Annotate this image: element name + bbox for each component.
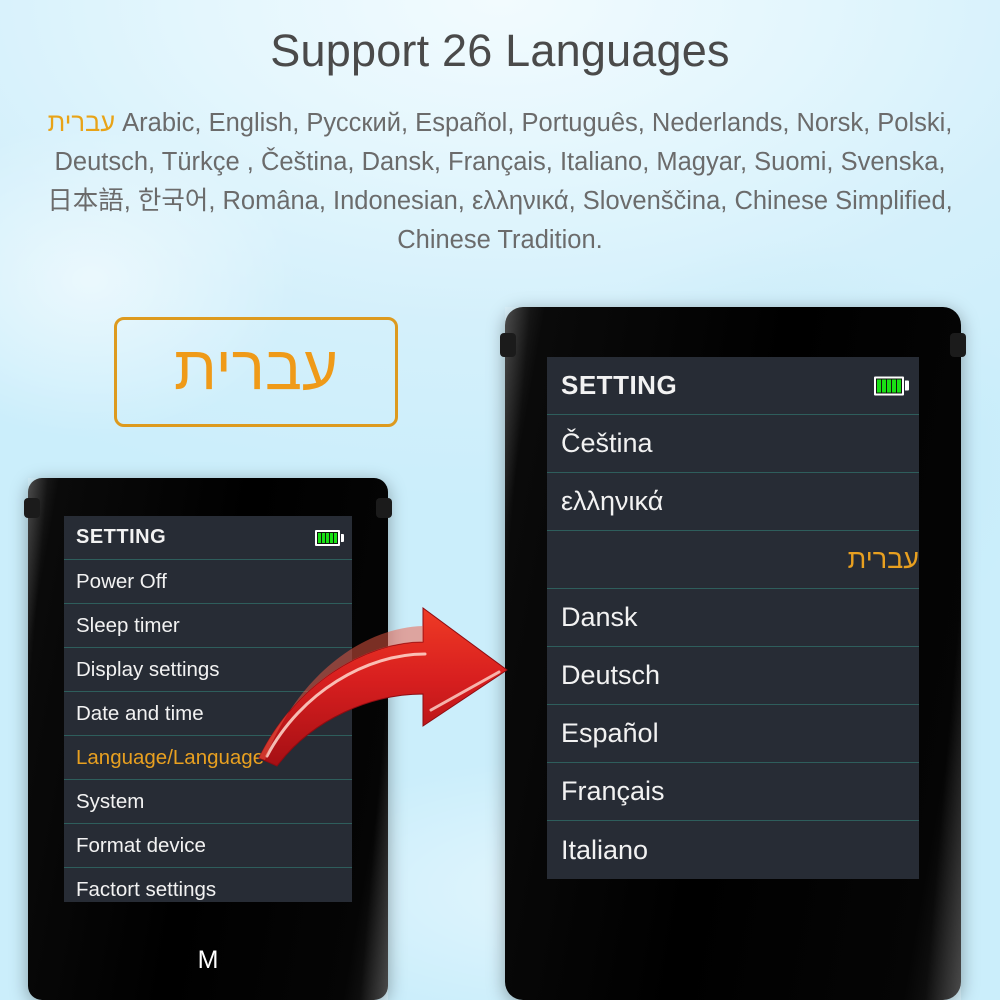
menu-item[interactable]: Italiano (547, 821, 919, 879)
menu-item[interactable]: ελληνικά (547, 473, 919, 531)
menu-item-label: Français (561, 776, 665, 806)
menu-item-label: Dansk (561, 602, 638, 632)
paragraph-language-list: Arabic, English, Русский, Español, Portu… (47, 109, 953, 254)
device-corner-nub (950, 333, 966, 357)
menu-item[interactable]: Factort settings (64, 868, 352, 902)
language-menu-list-right: Čeština ελληνικά עברית Dansk Deutsch Español F… (547, 415, 919, 879)
battery-cap (905, 380, 909, 391)
battery-cell (887, 379, 891, 392)
battery-cell (892, 379, 896, 392)
battery-cell (330, 532, 333, 543)
device-screen-right[interactable]: SETTING Čeština ελληνικά עברית Dansk Deutsch… (547, 357, 919, 879)
battery-cell (326, 532, 329, 543)
screen-title: SETTING (561, 370, 678, 400)
battery-cell (897, 379, 901, 392)
menu-item-label: Deutsch (561, 660, 661, 690)
menu-item-label: Format device (76, 833, 206, 857)
hebrew-callout-text: עברית (174, 334, 338, 403)
menu-item-label: Power Off (76, 569, 167, 593)
menu-item[interactable]: Dansk (547, 589, 919, 647)
m-button-left[interactable]: M (28, 946, 388, 975)
menu-item-label: Date and time (76, 701, 204, 725)
menu-item[interactable]: System (64, 780, 352, 824)
device-corner-nub (376, 498, 392, 518)
device-corner-nub (24, 498, 40, 518)
screen-title-bar: SETTING (64, 516, 352, 560)
curved-right-arrow-icon (258, 607, 508, 767)
menu-item-label: Sleep timer (76, 613, 180, 637)
supported-languages-paragraph: עברית Arabic, English, Русский, Español,… (40, 104, 960, 260)
battery-body (315, 529, 340, 546)
menu-item-label: Italiano (561, 834, 649, 865)
battery-body (874, 376, 904, 395)
menu-item[interactable]: עברית (547, 531, 919, 589)
menu-item[interactable]: Format device (64, 824, 352, 868)
battery-cell (318, 532, 321, 543)
battery-cell (334, 532, 337, 543)
menu-item-label: עברית (847, 544, 919, 574)
menu-item[interactable]: Español (547, 705, 919, 763)
screen-title-bar: SETTING (547, 357, 919, 415)
menu-item-label: Language/Language (76, 745, 265, 769)
menu-item-label: Español (561, 718, 659, 748)
menu-item[interactable]: Français (547, 763, 919, 821)
menu-item-label: Display settings (76, 657, 220, 681)
menu-item-label: Čeština (561, 428, 653, 458)
battery-icon (874, 376, 909, 395)
menu-item-label: System (76, 789, 145, 813)
device-corner-nub (500, 333, 516, 357)
menu-item[interactable]: Deutsch (547, 647, 919, 705)
page-title: Support 26 Languages (270, 25, 730, 76)
transition-arrow (255, 598, 555, 778)
screen-title: SETTING (76, 526, 167, 548)
mp3-player-device-right: SETTING Čeština ελληνικά עברית Dansk Deutsch… (500, 307, 966, 1000)
hebrew-language-callout: עברית (114, 317, 398, 427)
menu-item-label: ελληνικά (561, 486, 664, 516)
battery-cell (882, 379, 886, 392)
battery-cap (341, 533, 344, 542)
battery-cell (322, 532, 325, 543)
menu-item-label: Factort settings (76, 878, 217, 901)
paragraph-hebrew-word: עברית (47, 109, 116, 137)
battery-cell (877, 379, 881, 392)
battery-icon (315, 529, 344, 546)
menu-item[interactable]: Čeština (547, 415, 919, 473)
